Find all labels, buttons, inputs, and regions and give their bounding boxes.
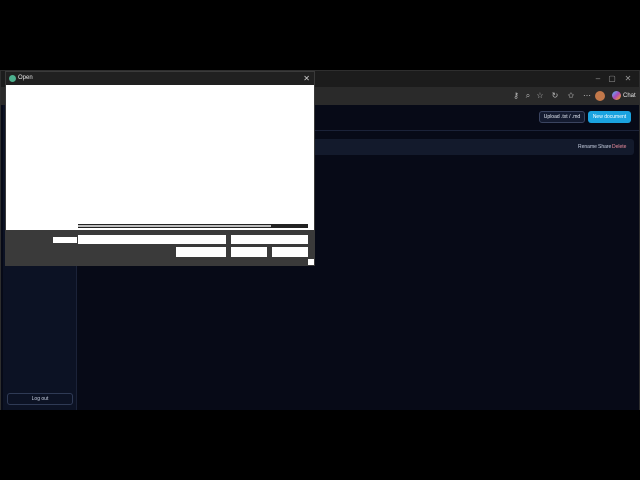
copilot-icon [612, 90, 621, 100]
app-icon [9, 75, 16, 82]
delete-button[interactable]: Delete [612, 143, 626, 151]
star-icon[interactable]: ☆ [535, 91, 545, 101]
file-type-select[interactable] [231, 235, 308, 244]
dialog-title: Open [18, 75, 33, 81]
copilot-chat-button[interactable]: Chat [612, 90, 638, 102]
close-icon[interactable]: ✕ [622, 73, 634, 85]
logout-button[interactable]: Log out [7, 393, 73, 405]
copilot-label: Chat [623, 93, 636, 99]
progress-fill [78, 225, 272, 227]
dialog-footer [6, 230, 314, 265]
screen: – ▢ ✕ ⚷ ⌕ ☆ ↻ ✩ ⋯ Chat Log out Upload .t… [0, 0, 640, 480]
filename-input[interactable] [78, 235, 226, 244]
more-icon[interactable]: ⋯ [582, 91, 592, 101]
rename-button[interactable]: Rename [578, 143, 597, 151]
dialog-file-area[interactable] [6, 85, 314, 230]
filename-label [53, 237, 77, 243]
refresh-icon[interactable]: ↻ [550, 91, 560, 101]
dialog-titlebar: Open ✕ [6, 72, 314, 85]
maximize-icon[interactable]: ▢ [606, 73, 618, 85]
minimize-icon[interactable]: – [592, 73, 604, 85]
upload-button[interactable]: Upload .txt / .md [539, 111, 585, 123]
favorites-icon[interactable]: ✩ [566, 91, 576, 101]
dialog-button-1[interactable] [176, 247, 226, 257]
new-document-button[interactable]: New document [588, 111, 631, 123]
profile-icon[interactable] [595, 91, 605, 101]
open-button[interactable] [231, 247, 267, 257]
dialog-close-icon[interactable]: ✕ [303, 73, 310, 84]
zoom-icon[interactable]: ⌕ [523, 91, 533, 101]
share-button[interactable]: Share [598, 143, 611, 151]
cancel-button[interactable] [272, 247, 308, 257]
loading-progress-bar [78, 224, 308, 228]
resize-grip[interactable] [308, 259, 314, 265]
open-file-dialog: Open ✕ [5, 71, 315, 266]
key-icon[interactable]: ⚷ [511, 91, 521, 101]
